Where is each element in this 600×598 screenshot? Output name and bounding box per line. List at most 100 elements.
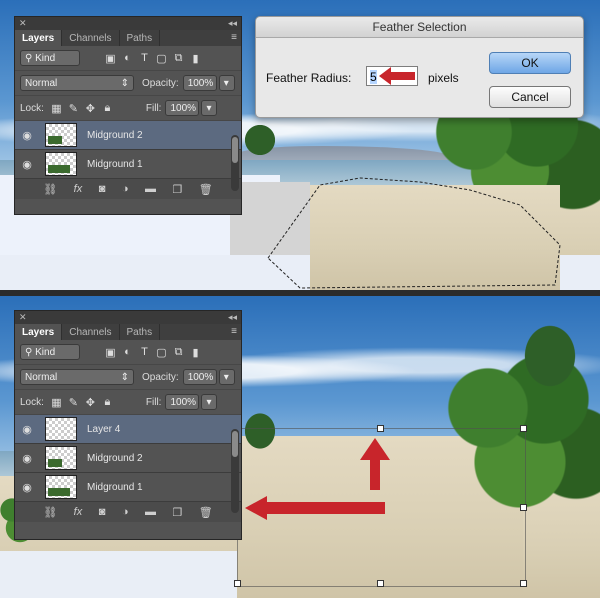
adjustment-filter-icon[interactable]: ◐ xyxy=(119,345,136,360)
visibility-eye-icon[interactable]: ◉ xyxy=(15,481,39,494)
layer-name: Layer 4 xyxy=(87,423,121,435)
new-adjustment-icon[interactable]: ◑ xyxy=(122,183,129,195)
link-layers-icon[interactable]: ⛓ xyxy=(43,506,57,519)
visibility-eye-icon[interactable]: ◉ xyxy=(15,423,39,436)
new-group-icon[interactable]: ▬ xyxy=(145,183,156,195)
feather-unit-label: pixels xyxy=(428,71,459,85)
transform-handle-bottom[interactable] xyxy=(377,580,384,587)
shape-filter-icon[interactable]: ▢ xyxy=(153,51,170,66)
transform-handle-top-right[interactable] xyxy=(520,425,527,432)
panel-menu-icon[interactable]: ≡ xyxy=(231,32,237,43)
visibility-eye-icon[interactable]: ◉ xyxy=(15,452,39,465)
smart-object-filter-icon[interactable]: ⧉ xyxy=(170,51,187,66)
layer-row-midground-2[interactable]: ◉ Midground 2 xyxy=(15,444,241,473)
trash-icon[interactable]: 🗑︎ xyxy=(199,183,213,196)
transparent-area-bottom xyxy=(0,551,237,598)
feather-radius-label: Feather Radius: xyxy=(266,71,352,85)
layer-thumbnail xyxy=(45,152,77,176)
lock-position-icon[interactable]: ✥ xyxy=(82,101,99,116)
search-icon: ⚲ xyxy=(25,346,36,358)
layer-row-midground-1[interactable]: ◉ Midground 1 xyxy=(15,473,241,502)
layer-row-midground-2[interactable]: ◉ Midground 2 xyxy=(15,121,241,150)
lock-label: Lock: xyxy=(20,396,44,408)
layers-panel-top: ✕ ◂◂ Layers Channels Paths ≡ ⚲ Kind ▣ ◐ T… xyxy=(14,16,242,215)
layers-scrollbar[interactable] xyxy=(231,135,239,191)
red-arrow-left-icon xyxy=(379,67,415,85)
opacity-input[interactable]: 100% xyxy=(182,75,217,91)
lock-transparent-icon[interactable]: ▦ xyxy=(48,395,65,410)
new-layer-icon[interactable]: ❐ xyxy=(172,183,182,196)
transform-handle-right[interactable] xyxy=(520,504,527,511)
shape-filter-icon[interactable]: ▢ xyxy=(153,345,170,360)
cancel-button[interactable]: Cancel xyxy=(489,86,571,108)
layer-row-layer-4[interactable]: ◉ Layer 4 xyxy=(15,415,241,444)
visibility-eye-icon[interactable]: ◉ xyxy=(15,158,39,171)
lock-image-icon[interactable]: ✎ xyxy=(65,395,82,410)
red-arrows-icon xyxy=(245,438,390,520)
transform-handle-bottom-right[interactable] xyxy=(520,580,527,587)
tab-layers[interactable]: Layers xyxy=(15,30,63,46)
collapse-icon[interactable]: ◂◂ xyxy=(228,18,237,29)
transform-handle-bottom-left[interactable] xyxy=(234,580,241,587)
panel-menu-icon[interactable]: ≡ xyxy=(231,326,237,337)
tab-layers[interactable]: Layers xyxy=(15,324,63,340)
smart-object-filter-icon[interactable]: ⧉ xyxy=(170,345,187,360)
collapse-icon[interactable]: ◂◂ xyxy=(228,312,237,323)
image-filter-icon[interactable]: ▣ xyxy=(102,51,119,66)
type-filter-icon[interactable]: T xyxy=(136,51,153,66)
lock-label: Lock: xyxy=(20,102,44,114)
fill-dropdown-icon[interactable]: ▾ xyxy=(201,100,218,116)
tab-channels[interactable]: Channels xyxy=(62,324,120,340)
add-mask-icon[interactable]: ◙ xyxy=(99,183,106,195)
layer-thumbnail xyxy=(45,475,77,499)
tab-paths[interactable]: Paths xyxy=(120,324,161,340)
add-mask-icon[interactable]: ◙ xyxy=(99,506,106,518)
new-group-icon[interactable]: ▬ xyxy=(145,506,156,518)
lock-all-icon[interactable]: 🔒︎ xyxy=(99,101,116,116)
opacity-dropdown-icon[interactable]: ▾ xyxy=(218,75,235,91)
new-layer-icon[interactable]: ❐ xyxy=(172,506,182,519)
lock-all-icon[interactable]: 🔒︎ xyxy=(99,395,116,410)
blend-mode-label: Normal xyxy=(25,77,58,89)
filter-toggle-icon[interactable]: ▮ xyxy=(187,345,204,360)
blend-row: Normal ⇕ Opacity: 100% ▾ xyxy=(15,365,241,390)
fx-icon[interactable]: fx xyxy=(74,506,83,518)
feather-radius-value: 5 xyxy=(370,70,377,84)
fill-input[interactable]: 100% xyxy=(165,100,200,116)
filter-toggle-icon[interactable]: ▮ xyxy=(187,51,204,66)
image-filter-icon[interactable]: ▣ xyxy=(102,345,119,360)
blend-mode-dropdown[interactable]: Normal ⇕ xyxy=(20,369,134,385)
opacity-dropdown-icon[interactable]: ▾ xyxy=(218,369,235,385)
lock-transparent-icon[interactable]: ▦ xyxy=(48,101,65,116)
opacity-input[interactable]: 100% xyxy=(182,369,217,385)
fx-icon[interactable]: fx xyxy=(74,183,83,195)
layer-row-midground-1[interactable]: ◉ Midground 1 xyxy=(15,150,241,179)
opacity-label: Opacity: xyxy=(142,371,179,383)
fill-dropdown-icon[interactable]: ▾ xyxy=(201,394,218,410)
blend-row: Normal ⇕ Opacity: 100% ▾ xyxy=(15,71,241,96)
lock-image-icon[interactable]: ✎ xyxy=(65,101,82,116)
lock-position-icon[interactable]: ✥ xyxy=(82,395,99,410)
visibility-eye-icon[interactable]: ◉ xyxy=(15,129,39,142)
panel-footer: ⛓ fx ◙ ◑ ▬ ❐ 🗑︎ xyxy=(15,179,241,199)
filter-kind-dropdown[interactable]: ⚲ Kind xyxy=(20,344,80,360)
new-adjustment-icon[interactable]: ◑ xyxy=(122,506,129,518)
blend-mode-dropdown[interactable]: Normal ⇕ xyxy=(20,75,134,91)
filter-kind-dropdown[interactable]: ⚲ Kind xyxy=(20,50,80,66)
adjustment-filter-icon[interactable]: ◐ xyxy=(119,51,136,66)
ok-button[interactable]: OK xyxy=(489,52,571,74)
lock-row: Lock: ▦ ✎ ✥ 🔒︎ Fill: 100% ▾ xyxy=(15,96,241,121)
type-filter-icon[interactable]: T xyxy=(136,345,153,360)
fill-input[interactable]: 100% xyxy=(165,394,200,410)
trash-icon[interactable]: 🗑︎ xyxy=(199,506,213,519)
tab-paths[interactable]: Paths xyxy=(120,30,161,46)
blend-mode-label: Normal xyxy=(25,371,58,383)
close-icon[interactable]: ✕ xyxy=(19,312,27,323)
transform-handle-top[interactable] xyxy=(377,425,384,432)
close-icon[interactable]: ✕ xyxy=(19,18,27,29)
layers-scrollbar[interactable] xyxy=(231,429,239,513)
panel-footer: ⛓ fx ◙ ◑ ▬ ❐ 🗑︎ xyxy=(15,502,241,522)
tab-channels[interactable]: Channels xyxy=(62,30,120,46)
link-layers-icon[interactable]: ⛓ xyxy=(43,183,57,196)
filter-row: ⚲ Kind ▣ ◐ T ▢ ⧉ ▮ xyxy=(15,340,241,365)
